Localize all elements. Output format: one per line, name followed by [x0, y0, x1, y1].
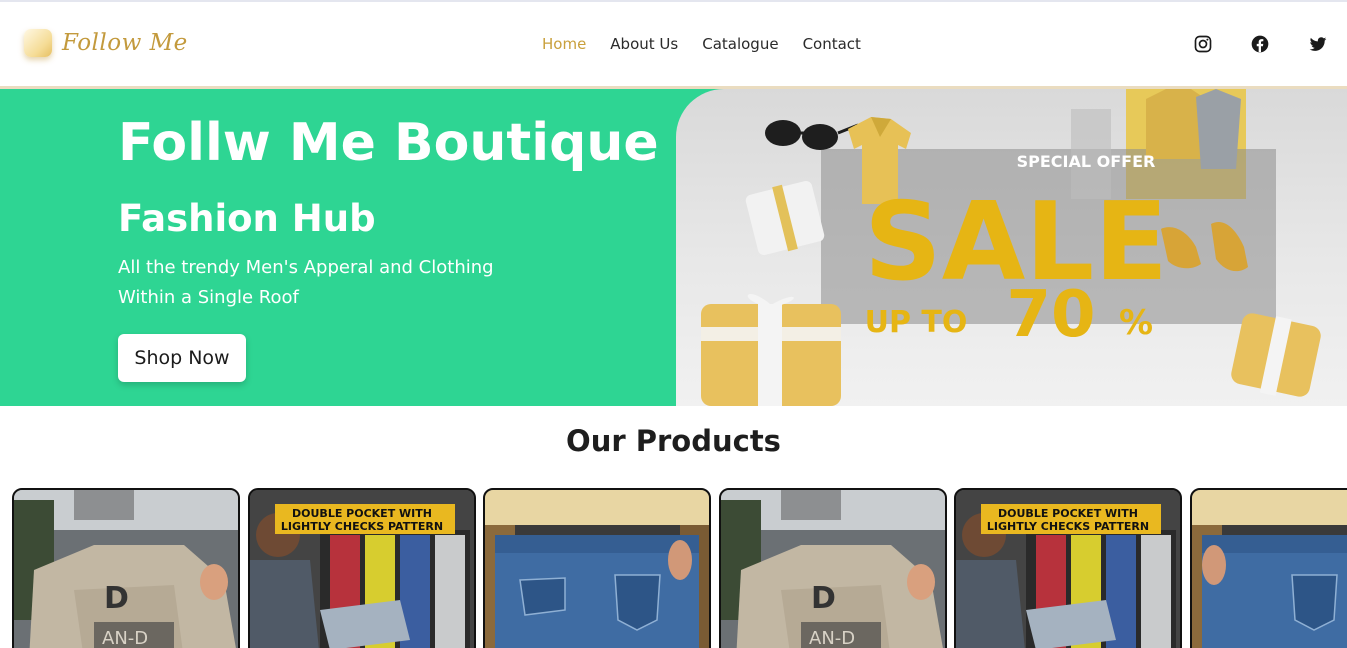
svg-text:AN-D: AN-D [809, 628, 855, 648]
product-image [1192, 490, 1347, 648]
banner-offer-prefix: UP TO [865, 305, 968, 340]
facebook-icon[interactable] [1250, 34, 1270, 54]
sunglasses-icon [765, 120, 859, 150]
svg-text:AN-D: AN-D [102, 628, 148, 648]
banner-badge-text: SPECIAL OFFER [1017, 152, 1156, 171]
navbar: Follow Me Home About Us Catalogue Contac… [0, 2, 1347, 89]
shop-now-button[interactable]: Shop Now [118, 334, 246, 382]
product-card[interactable]: D AN-D [12, 488, 240, 648]
product-caption-line-1: DOUBLE POCKET WITH [998, 507, 1138, 520]
logo-icon [24, 29, 52, 57]
product-card[interactable] [1190, 488, 1347, 648]
gift-box-large-icon [701, 294, 841, 406]
products-section-title: Our Products [566, 424, 781, 458]
product-card[interactable]: DOUBLE POCKET WITH LIGHTLY CHECKS PATTER… [954, 488, 1182, 648]
svg-text:D: D [811, 581, 836, 616]
product-caption-line-1: DOUBLE POCKET WITH [292, 507, 432, 520]
product-caption-line-2: LIGHTLY CHECKS PATTERN [987, 520, 1149, 533]
product-image: DOUBLE POCKET WITH LIGHTLY CHECKS PATTER… [250, 490, 474, 648]
svg-text:D: D [104, 581, 129, 616]
nav-home[interactable]: Home [542, 35, 586, 53]
sale-banner-graphic: SPECIAL OFFER SALE UP TO 70 % [701, 89, 1321, 406]
sale-banner-image: SPECIAL OFFER SALE UP TO 70 % [676, 89, 1347, 406]
products-carousel: D AN-D DOUBLE POCKET WITH LIGHTLY CHECKS… [12, 488, 1347, 648]
main-nav: Home About Us Catalogue Contact [542, 35, 861, 53]
logo[interactable]: Follow Me [24, 29, 188, 57]
hero-description: All the trendy Men's Apperal and Clothin… [118, 253, 494, 313]
logo-text: Follow Me [62, 30, 188, 56]
nav-contact[interactable]: Contact [803, 35, 861, 53]
hero-description-line-2: Within a Single Roof [118, 287, 299, 308]
nav-about-us[interactable]: About Us [610, 35, 678, 53]
product-image: DOUBLE POCKET WITH LIGHTLY CHECKS PATTER… [956, 490, 1180, 648]
banner-offer-suffix: % [1119, 303, 1153, 343]
nav-catalogue[interactable]: Catalogue [702, 35, 778, 53]
product-card[interactable]: D AN-D [719, 488, 947, 648]
hero-section: Follw Me Boutique Fashion Hub All the tr… [0, 89, 1347, 406]
product-image: D AN-D [14, 490, 238, 648]
gift-box-small-icon [745, 180, 825, 256]
hanging-shirt-graphic [1146, 89, 1241, 169]
product-caption-line-2: LIGHTLY CHECKS PATTERN [281, 520, 443, 533]
hero-description-line-1: All the trendy Men's Apperal and Clothin… [118, 257, 494, 278]
hero-subtitle: Fashion Hub [118, 197, 376, 240]
gift-box-right-icon [1231, 313, 1321, 397]
hero-title: Follw Me Boutique [118, 113, 659, 173]
product-image [485, 490, 709, 648]
product-image: D AN-D [721, 490, 945, 648]
product-card[interactable]: DOUBLE POCKET WITH LIGHTLY CHECKS PATTER… [248, 488, 476, 648]
instagram-icon[interactable] [1193, 34, 1213, 54]
banner-offer-value: 70 [1006, 278, 1095, 352]
product-card[interactable] [483, 488, 711, 648]
twitter-icon[interactable] [1308, 34, 1328, 54]
